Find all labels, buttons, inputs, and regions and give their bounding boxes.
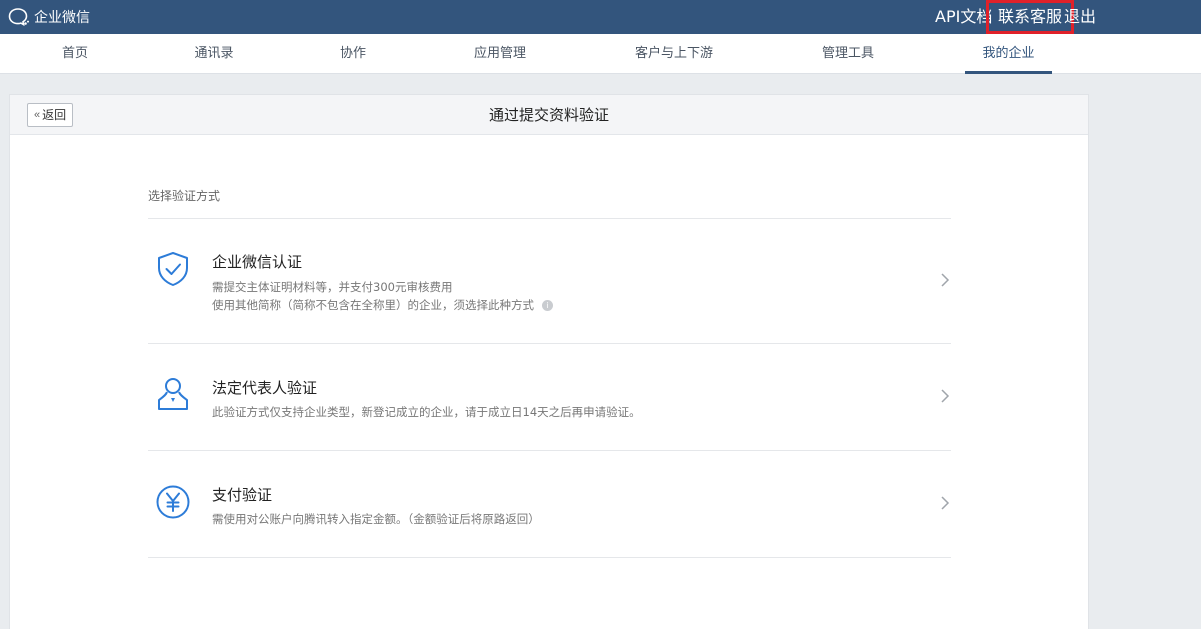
yen-icon — [156, 485, 190, 519]
option-desc: 需提交主体证明材料等，并支付300元审核费用 — [212, 280, 453, 294]
contact-support-link[interactable]: 联系客服 — [986, 0, 1075, 34]
section-label: 选择验证方式 — [148, 189, 221, 203]
nav-item-my-enterprise[interactable]: 我的企业 — [965, 34, 1052, 74]
nav-item-contacts[interactable]: 通讯录 — [184, 34, 244, 74]
person-icon — [158, 378, 188, 410]
chevron-right-icon — [941, 273, 950, 287]
nav-item-home[interactable]: 首页 — [47, 34, 103, 74]
brand-name: 企业微信 — [34, 10, 90, 26]
panel-header: 通过提交资料验证 « 返回 — [10, 95, 1088, 135]
chevron-right-icon — [941, 496, 950, 510]
api-docs-link[interactable]: API文档 — [935, 0, 992, 34]
divider — [148, 557, 951, 558]
back-button-label: 返回 — [42, 108, 67, 122]
back-button[interactable]: « 返回 — [27, 103, 74, 127]
shield-check-icon — [158, 252, 188, 286]
wecom-logo-icon — [8, 8, 29, 27]
option-desc-text: 使用其他简称（简称不包含在全称里）的企业，须选择此种方式 — [212, 298, 534, 312]
option-desc-2: 使用其他简称（简称不包含在全称里）的企业，须选择此种方式 i — [212, 297, 553, 313]
option-desc: 此验证方式仅支持企业类型，新登记成立的企业，请于成立日14天之后再申请验证。 — [212, 405, 641, 419]
option-title: 法定代表人验证 — [212, 379, 318, 397]
verification-panel: 通过提交资料验证 « 返回 选择验证方式 企业微信认证 需提交主体证明材料等，并… — [9, 94, 1089, 629]
page-title: 通过提交资料验证 — [488, 106, 609, 124]
double-chevron-left-icon: « — [34, 109, 41, 121]
main-nav: 首页 通讯录 协作 应用管理 客户与上下游 管理工具 我的企业 — [0, 34, 1201, 74]
top-bar: 企业微信 API文档 联系客服 退出 — [0, 0, 1201, 34]
option-title: 支付验证 — [212, 486, 273, 504]
nav-item-management-tools[interactable]: 管理工具 — [812, 34, 884, 74]
option-wecom-certification[interactable]: 企业微信认证 需提交主体证明材料等，并支付300元审核费用 使用其他简称（简称不… — [148, 219, 951, 343]
option-payment-verification[interactable]: 支付验证 需使用对公账户向腾讯转入指定金额。（金额验证后将原路返回） — [148, 451, 951, 557]
nav-item-collaboration[interactable]: 协作 — [330, 34, 376, 74]
option-title: 企业微信认证 — [212, 253, 303, 271]
logout-link[interactable]: 退出 — [1064, 0, 1096, 34]
brand-logo[interactable]: 企业微信 — [8, 0, 90, 34]
info-icon[interactable]: i — [542, 300, 553, 311]
chevron-right-icon — [941, 389, 950, 403]
option-legal-representative[interactable]: 法定代表人验证 此验证方式仅支持企业类型，新登记成立的企业，请于成立日14天之后… — [148, 344, 951, 450]
option-desc: 需使用对公账户向腾讯转入指定金额。（金额验证后将原路返回） — [212, 512, 540, 526]
nav-item-customers[interactable]: 客户与上下游 — [624, 34, 724, 74]
nav-item-app-management[interactable]: 应用管理 — [464, 34, 536, 74]
